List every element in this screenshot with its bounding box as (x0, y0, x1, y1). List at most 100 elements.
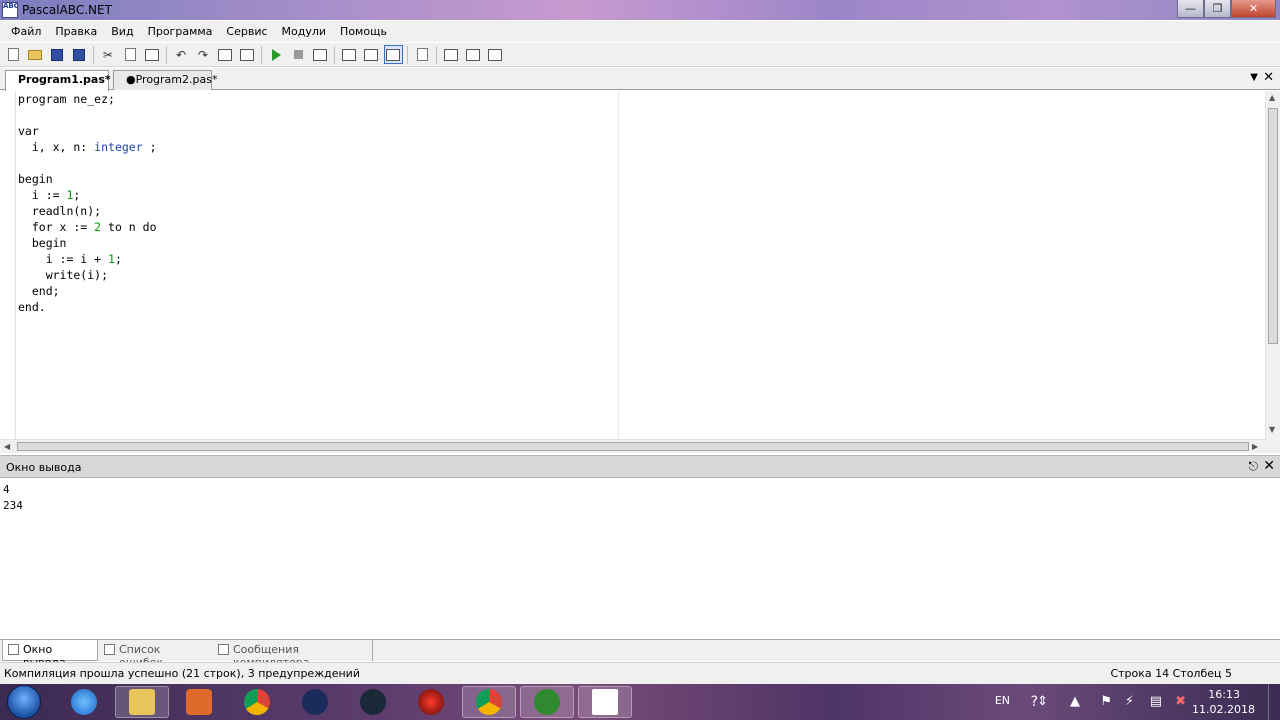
show-desktop-button[interactable] (1268, 684, 1280, 720)
scroll-right-icon[interactable]: ▶ (1252, 442, 1258, 451)
horizontal-scroll-thumb[interactable] (17, 442, 1249, 451)
taskbar-steam-button[interactable] (346, 686, 400, 718)
power-plug-icon[interactable]: ⚡ (1125, 694, 1134, 709)
code-token: end. (18, 300, 46, 314)
taskbar-chrome-button[interactable] (230, 686, 284, 718)
code-area[interactable]: program ne_ez;var i, x, n: integer ; begi… (18, 91, 618, 439)
format-code-button[interactable] (413, 45, 432, 64)
code-line[interactable] (18, 155, 618, 171)
save-all-button[interactable] (70, 45, 89, 64)
bottom-panel-tabs: Окно вывода Список ошибок Сообщения комп… (0, 639, 1280, 669)
title-bar: ABC PascalABC.NET — ❐ ✕ (0, 0, 1280, 20)
code-line[interactable]: i := i + 1; (18, 251, 618, 267)
scroll-left-icon[interactable]: ◀ (4, 442, 10, 451)
output-text-area[interactable]: 4 234 (0, 479, 1280, 639)
form-code-button[interactable] (486, 45, 505, 64)
console-toggle-button[interactable] (383, 45, 403, 64)
taskbar-ie-button[interactable] (57, 686, 111, 718)
menu-help[interactable]: Помощь (333, 25, 394, 38)
menu-file[interactable]: Файл (4, 25, 48, 38)
tab-close-icon[interactable]: ✕ (1263, 70, 1274, 85)
code-line[interactable]: end; (18, 283, 618, 299)
code-line[interactable]: program ne_ez; (18, 91, 618, 107)
code-line[interactable]: write(i); (18, 267, 618, 283)
code-token: var (18, 124, 39, 138)
pin-icon[interactable]: ⎋ (1249, 459, 1259, 474)
taskbar-game-button[interactable] (404, 686, 458, 718)
tab-program2[interactable]: ●Program2.pas* (113, 70, 217, 90)
step-over-button[interactable] (340, 45, 359, 64)
scroll-corner (1266, 439, 1280, 453)
help-icon[interactable]: ? (1031, 694, 1038, 710)
scroll-down-icon[interactable]: ▼ (1269, 425, 1275, 434)
clock-time[interactable]: 16:13 (1208, 688, 1240, 701)
tray-expand-chevron-up-icon[interactable]: ▲ (1070, 694, 1080, 709)
code-line[interactable]: begin (18, 171, 618, 187)
tab-error-list[interactable]: Список ошибок (99, 640, 211, 669)
tab-program1[interactable]: Program1.pas* (5, 70, 111, 91)
tab-compiler-messages[interactable]: Сообщения компилятора (213, 640, 373, 669)
replace-button[interactable] (238, 45, 257, 64)
taskbar-explorer-button[interactable] (115, 686, 169, 718)
code-line[interactable]: readln(n); (18, 203, 618, 219)
form-run-button[interactable] (464, 45, 483, 64)
maximize-button[interactable]: ❐ (1204, 0, 1231, 18)
close-window-button[interactable]: ✕ (1231, 0, 1276, 18)
output-close-icon[interactable]: ✕ (1263, 458, 1275, 474)
start-button[interactable] (7, 685, 41, 719)
code-line[interactable]: var (18, 123, 618, 139)
paste-button[interactable] (143, 45, 162, 64)
clock-date[interactable]: 11.02.2018 (1192, 703, 1255, 716)
copy-button[interactable] (121, 45, 140, 64)
network-signal-icon[interactable]: ▤ (1150, 694, 1162, 709)
taskbar-xbox-button[interactable] (520, 686, 574, 718)
stop-button[interactable] (289, 45, 308, 64)
compile-button[interactable] (311, 45, 330, 64)
menu-edit[interactable]: Правка (48, 25, 104, 38)
pascalabc-app-icon[interactable]: ABC (2, 2, 18, 18)
undo-button[interactable]: ↶ (172, 45, 191, 64)
code-line[interactable] (18, 107, 618, 123)
redo-button[interactable]: ↷ (194, 45, 213, 64)
vertical-scrollbar[interactable]: ▲ ▼ (1265, 91, 1280, 439)
menu-service[interactable]: Сервис (219, 25, 274, 38)
taskbar-battlenet-button[interactable] (288, 686, 342, 718)
taskbar-chrome-active-button[interactable] (462, 686, 516, 718)
form-designer-button[interactable] (442, 45, 461, 64)
taskbar-media-button[interactable] (172, 686, 226, 718)
horizontal-scrollbar[interactable]: ◀ ▶ (0, 439, 1266, 453)
chrome-icon (244, 689, 270, 715)
tab-list-chevron-down-icon[interactable]: ▼ (1250, 72, 1258, 83)
format-code-icon (416, 48, 428, 61)
code-line[interactable]: i := 1; (18, 187, 618, 203)
scroll-up-icon[interactable]: ▲ (1269, 93, 1275, 102)
replace-icon (240, 48, 254, 61)
vertical-scroll-thumb[interactable] (1268, 108, 1278, 344)
code-line[interactable]: for x := 2 to n do (18, 219, 618, 235)
menu-view[interactable]: Вид (104, 25, 140, 38)
step-into-button[interactable] (362, 45, 381, 64)
action-center-flag-icon[interactable]: ⚑ (1100, 694, 1112, 709)
volume-muted-icon[interactable]: ✖ (1175, 694, 1186, 709)
taskbar-pascalabc-button[interactable] (578, 686, 632, 718)
run-play-icon (271, 48, 281, 61)
keyboard-layout-icon[interactable]: ⇕ (1037, 694, 1048, 709)
find-button[interactable] (216, 45, 235, 64)
code-editor[interactable]: program ne_ez;var i, x, n: integer ; begi… (0, 91, 1280, 439)
open-folder-icon (28, 49, 42, 60)
stop-icon (293, 50, 303, 59)
code-line[interactable]: end. (18, 299, 618, 315)
run-button[interactable] (267, 45, 286, 64)
new-file-button[interactable] (4, 45, 23, 64)
open-file-button[interactable] (26, 45, 45, 64)
code-line[interactable]: begin (18, 235, 618, 251)
window-controls: — ❐ ✕ (1177, 0, 1276, 18)
menu-modules[interactable]: Модули (275, 25, 334, 38)
minimize-button[interactable]: — (1177, 0, 1204, 18)
cut-button[interactable]: ✂ (99, 45, 118, 64)
tab-output-window[interactable]: Окно вывода (2, 640, 98, 669)
save-button[interactable] (48, 45, 67, 64)
menu-program[interactable]: Программа (141, 25, 220, 38)
code-line[interactable]: i, x, n: integer ; (18, 139, 618, 155)
input-language[interactable]: EN (995, 694, 1010, 707)
